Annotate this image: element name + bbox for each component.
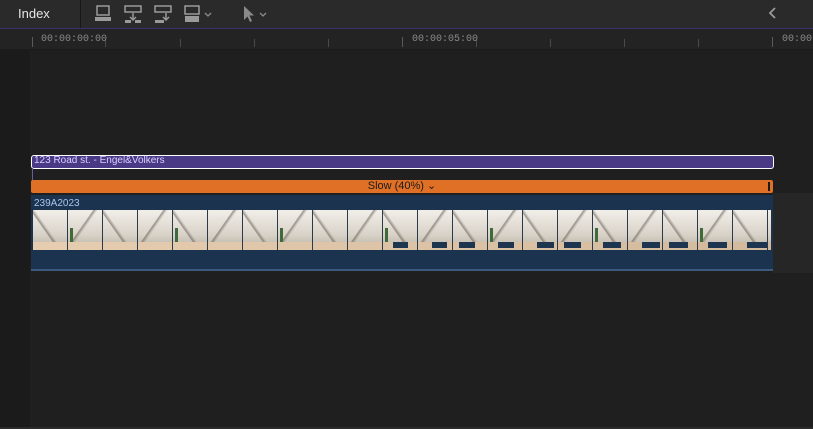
filmstrip-frame <box>628 210 663 250</box>
ruler-tick <box>550 39 551 47</box>
timeline-ruler[interactable]: 00:00:00:00 00:00:05:00 00:00 <box>0 29 813 50</box>
filmstrip-frame <box>173 210 208 250</box>
connect-clip-button[interactable] <box>93 4 117 24</box>
filmstrip-frame <box>33 210 68 250</box>
ruler-tick <box>402 37 403 47</box>
filmstrip-frame <box>138 210 173 250</box>
filmstrip-frame <box>418 210 453 250</box>
filmstrip-frame <box>488 210 523 250</box>
overwrite-clip-button[interactable] <box>183 4 217 24</box>
filmstrip-frame <box>523 210 558 250</box>
filmstrip-frame <box>313 210 348 250</box>
ruler-tick <box>698 39 699 47</box>
timecode-label: 00:00:00:00 <box>41 34 108 45</box>
filmstrip-frame <box>383 210 418 250</box>
video-clip-label: 239A2023 <box>34 198 80 209</box>
retime-speed-menu[interactable]: Slow (40%) ⌄ <box>31 180 773 193</box>
retime-bar[interactable]: Slow (40%) ⌄ <box>31 180 773 193</box>
filmstrip <box>33 210 771 250</box>
select-tool-icon <box>244 6 267 22</box>
chevron-left-icon <box>768 7 776 19</box>
timecode-label: 00:00:05:00 <box>412 34 479 45</box>
insert-clip-button[interactable] <box>123 4 147 24</box>
append-clip-icon <box>154 5 172 23</box>
collapse-button[interactable] <box>763 4 787 24</box>
select-tool-button[interactable] <box>240 4 272 24</box>
video-clip[interactable]: 239A2023 <box>31 195 773 271</box>
retime-handle[interactable] <box>768 182 770 191</box>
filmstrip-frame <box>768 210 771 250</box>
filmstrip-frame <box>103 210 138 250</box>
append-clip-button[interactable] <box>153 4 177 24</box>
ruler-tick <box>32 37 33 47</box>
overwrite-clip-icon <box>184 5 212 22</box>
title-clip[interactable]: 123 Road st. - Engel&Volkers <box>31 155 774 169</box>
ruler-tick <box>180 39 181 47</box>
ruler-tick <box>624 39 625 47</box>
filmstrip-frame <box>348 210 383 250</box>
filmstrip-frame <box>558 210 593 250</box>
filmstrip-frame <box>208 210 243 250</box>
index-button[interactable]: Index <box>0 0 81 28</box>
filmstrip-frame <box>593 210 628 250</box>
ruler-tick <box>772 37 773 47</box>
insert-clip-icon <box>124 5 142 23</box>
filmstrip-frame <box>733 210 768 250</box>
timeline-toolbar: Index <box>0 0 813 29</box>
title-clip-label: 123 Road st. - Engel&Volkers <box>34 155 165 166</box>
filmstrip-frame <box>243 210 278 250</box>
ruler-tick <box>328 39 329 47</box>
filmstrip-frame <box>278 210 313 250</box>
ruler-tick <box>254 39 255 47</box>
index-label: Index <box>18 6 50 21</box>
filmstrip-frame <box>453 210 488 250</box>
track-background <box>773 193 813 273</box>
timeline-left-gutter <box>0 49 30 429</box>
connect-clip-icon <box>95 5 111 21</box>
timecode-label: 00:00 <box>782 34 813 45</box>
filmstrip-frame <box>698 210 733 250</box>
filmstrip-frame <box>663 210 698 250</box>
filmstrip-frame <box>68 210 103 250</box>
